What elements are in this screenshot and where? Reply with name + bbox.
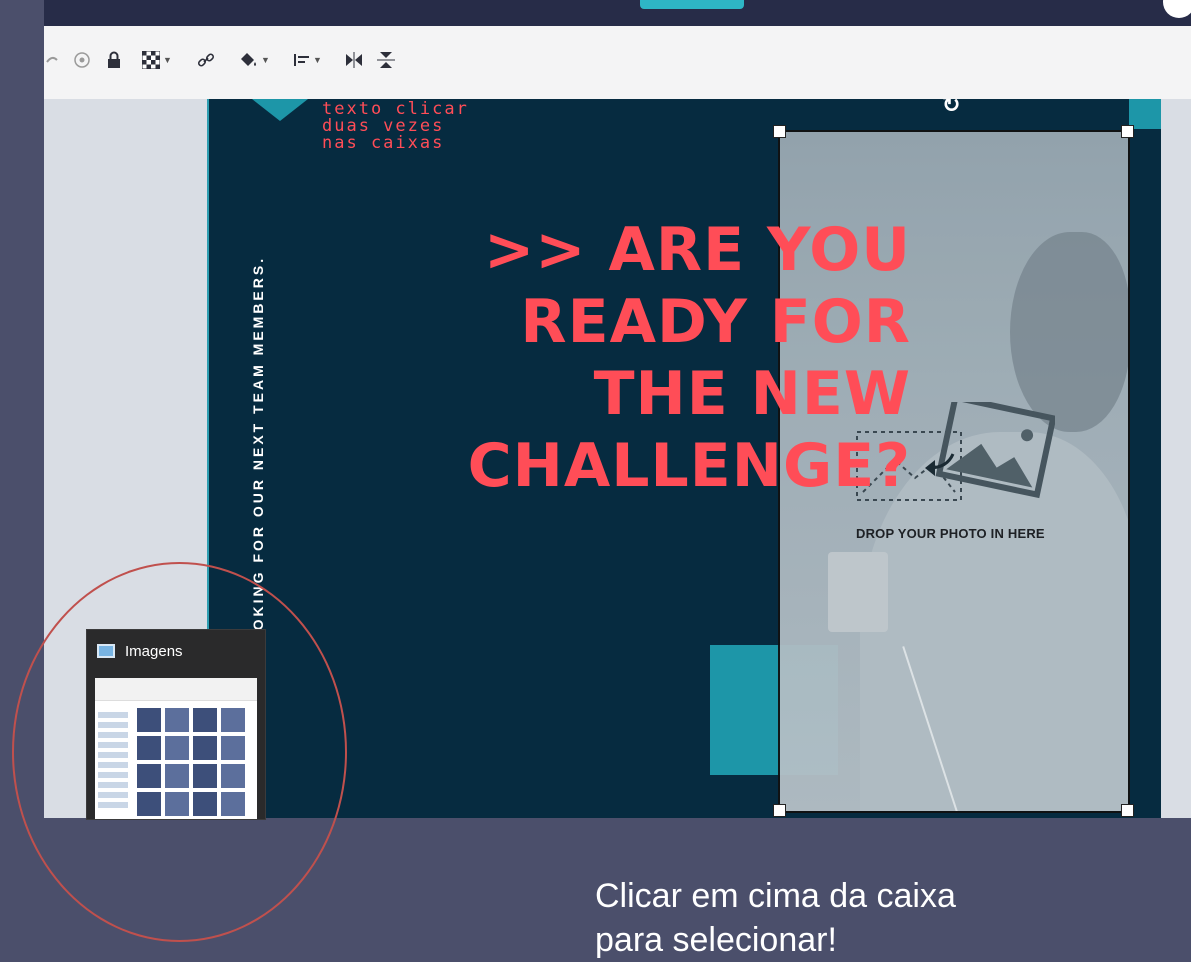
resize-handle-bottom-right[interactable]	[1121, 804, 1134, 817]
headline[interactable]: >> ARE YOU READY FOR THE NEW CHALLENGE?	[468, 214, 911, 502]
headline-line: READY FOR	[520, 287, 911, 357]
element-toolbar: ▼ ▼ ▼	[44, 26, 1191, 100]
resize-handle-top-left[interactable]	[773, 125, 786, 138]
flip-vertical-icon[interactable]	[374, 46, 398, 74]
active-tab-indicator[interactable]	[640, 0, 744, 9]
rotate-icon[interactable]: ↻	[942, 99, 966, 117]
slide-caption: Clicar em cima da caixa para selecionar!	[595, 874, 956, 962]
headline-line: THE NEW	[593, 359, 911, 429]
link-icon[interactable]	[194, 46, 218, 74]
caption-line: Clicar em cima da caixa	[595, 877, 956, 915]
chevron-down-icon: ▼	[313, 55, 322, 65]
photo-cup	[828, 552, 888, 632]
chevron-down-icon: ▼	[163, 55, 172, 65]
resize-handle-bottom-left[interactable]	[773, 804, 786, 817]
resize-handle-top-right[interactable]	[1121, 125, 1134, 138]
fill-icon[interactable]: ▼	[234, 46, 274, 74]
profile-circle[interactable]	[1163, 0, 1191, 18]
highlight-circle	[12, 562, 347, 942]
align-icon[interactable]: ▼	[290, 46, 326, 74]
opacity-icon[interactable]: ▼	[138, 46, 176, 74]
small-red-text[interactable]: texto clicar duas vezes nas caixas	[322, 101, 469, 152]
flip-horizontal-icon[interactable]	[342, 46, 366, 74]
headline-line: >> ARE YOU	[484, 215, 911, 285]
headline-line: CHALLENGE?	[467, 431, 911, 501]
teal-hexagon-shape[interactable]	[252, 99, 308, 121]
lock-icon[interactable]	[102, 46, 126, 74]
caption-line: para selecionar!	[595, 921, 837, 959]
eye-hidden-icon[interactable]	[70, 46, 94, 74]
drop-photo-label: DROP YOUR PHOTO IN HERE	[856, 526, 1045, 541]
chevron-down-icon: ▼	[261, 55, 270, 65]
editor-top-bar	[44, 0, 1191, 26]
redo-icon[interactable]	[42, 46, 62, 74]
design-canvas[interactable]: texto clicar duas vezes nas caixas WE'RE…	[207, 99, 1161, 818]
